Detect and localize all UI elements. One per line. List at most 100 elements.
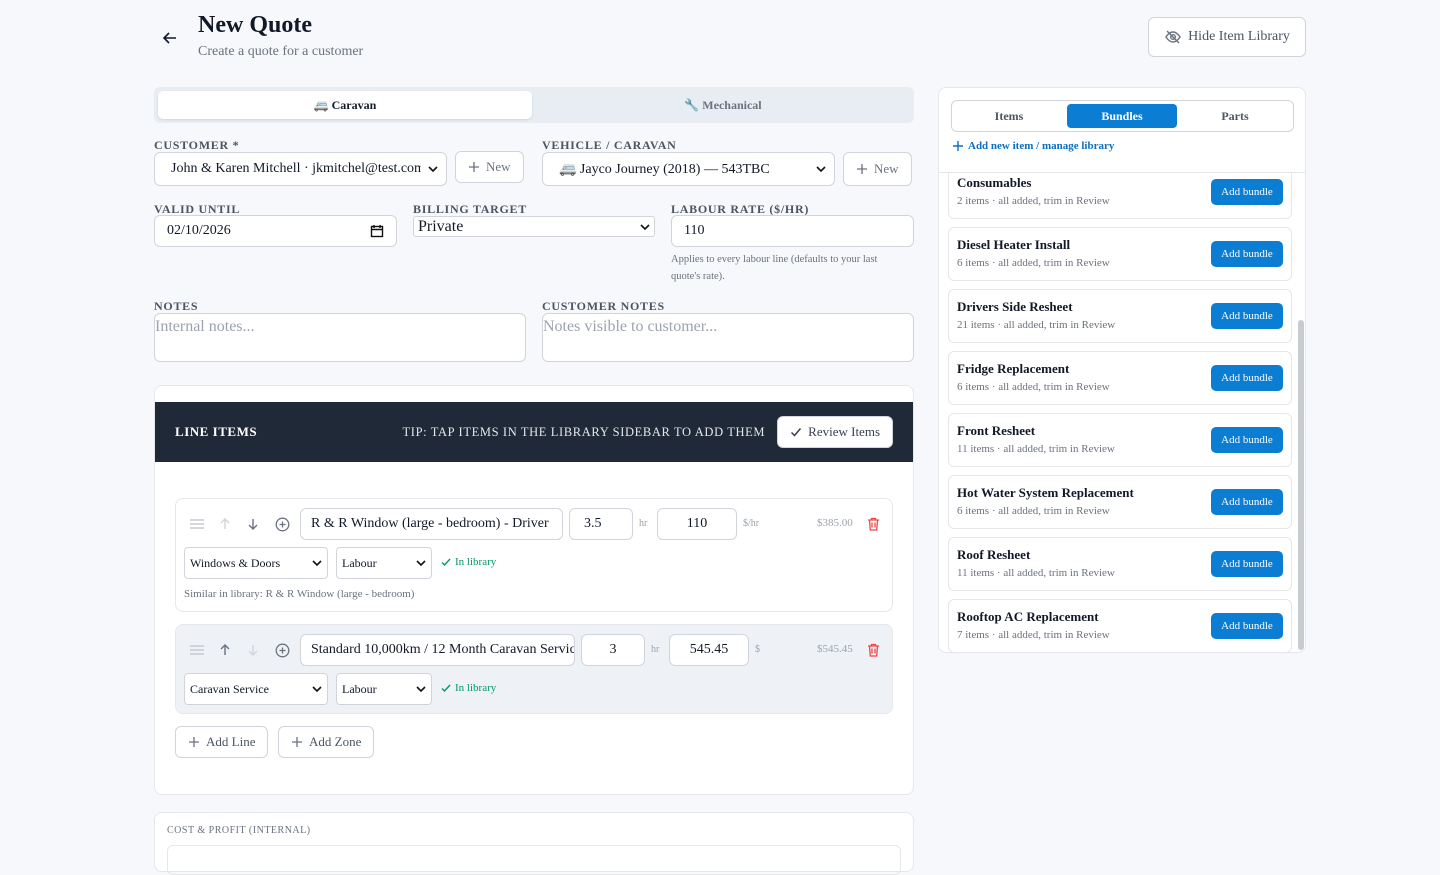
in-library-badge: In library xyxy=(441,682,496,694)
chevron-down-icon xyxy=(816,166,826,173)
tab-mechanical[interactable]: 🔧 Mechanical xyxy=(536,91,910,119)
quantity-unit: hr xyxy=(639,518,648,529)
add-bundle-button[interactable]: Add bundle xyxy=(1211,551,1283,577)
hide-library-button[interactable]: Hide Item Library xyxy=(1148,17,1306,57)
bundle-name: Front Resheet xyxy=(957,423,1036,438)
labour-rate-input[interactable]: 110 xyxy=(671,215,914,247)
chevron-down-icon xyxy=(312,686,322,693)
bundle-card: Front Resheet 11 items · all added, trim… xyxy=(948,413,1292,467)
bundle-summary: 6 items · all added, trim in Review xyxy=(957,381,1110,393)
hide-library-label: Hide Item Library xyxy=(1188,29,1290,44)
type-value: Labour xyxy=(342,555,377,570)
quantity-input[interactable]: 3 xyxy=(581,634,645,666)
customer-notes-textarea[interactable]: Notes visible to customer... xyxy=(542,313,914,362)
bundle-name: Drivers Side Resheet xyxy=(957,299,1073,314)
description-input[interactable]: R & R Window (large - bedroom) - Driver xyxy=(300,508,563,540)
labour-rate-hint: Applies to every labour line (defaults t… xyxy=(671,254,878,282)
rate-unit: $ xyxy=(755,644,760,655)
valid-until-input[interactable]: 02/10/2026 xyxy=(154,215,397,247)
trash-icon[interactable] xyxy=(864,515,882,533)
move-up-icon[interactable] xyxy=(216,641,234,659)
bundle-name: Fridge Replacement xyxy=(957,361,1070,376)
in-library-badge: In library xyxy=(441,556,496,568)
new-vehicle-button[interactable]: New xyxy=(843,152,912,186)
move-down-icon[interactable] xyxy=(244,515,262,533)
cost-profit-card: COST & PROFIT (INTERNAL) xyxy=(154,812,914,875)
item-library-panel: Items Bundles Parts Add new item / manag… xyxy=(938,87,1306,653)
customer-label: CUSTOMER * xyxy=(154,138,240,152)
in-library-label: In library xyxy=(455,682,497,694)
add-bundle-button[interactable]: Add bundle xyxy=(1211,427,1283,453)
billing-target-value: Private xyxy=(418,217,464,235)
quantity-input[interactable]: 3.5 xyxy=(569,508,633,540)
add-bundle-button[interactable]: Add bundle xyxy=(1211,365,1283,391)
new-customer-label: New xyxy=(486,159,511,174)
bundle-summary: 7 items · all added, trim in Review xyxy=(957,629,1110,641)
tab-bundles[interactable]: Bundles xyxy=(1067,104,1177,128)
category-value: Caravan Service xyxy=(190,681,269,696)
tab-parts[interactable]: Parts xyxy=(1180,104,1290,128)
vehicle-value: 🚐 Jayco Journey (2018) — 543TBC xyxy=(559,161,770,177)
bundle-card: Fridge Replacement 6 items · all added, … xyxy=(948,351,1292,405)
tab-caravan[interactable]: 🚐 Caravan xyxy=(158,91,532,119)
line-items-tip: TIP: TAP ITEMS IN THE LIBRARY SIDEBAR TO… xyxy=(402,424,766,439)
bundle-card: Consumables 2 items · all added, trim in… xyxy=(948,173,1292,219)
bundle-card: Roof Resheet 11 items · all added, trim … xyxy=(948,537,1292,591)
type-select[interactable]: Labour xyxy=(336,673,432,705)
check-icon xyxy=(441,684,451,693)
add-bundle-button[interactable]: Add bundle xyxy=(1211,179,1283,205)
line-amount: $545.45 xyxy=(817,643,853,655)
bundle-name: Hot Water System Replacement xyxy=(957,485,1134,500)
review-items-button[interactable]: Review Items xyxy=(777,416,893,448)
category-select[interactable]: Windows & Doors xyxy=(184,547,328,579)
new-customer-button[interactable]: New xyxy=(455,151,524,183)
move-down-icon[interactable] xyxy=(244,641,262,659)
notes-placeholder: Internal notes... xyxy=(155,318,255,335)
move-up-icon[interactable] xyxy=(216,515,234,533)
line-item-row: Standard 10,000km / 12 Month Caravan Ser… xyxy=(175,624,893,714)
bundle-card: Drivers Side Resheet 21 items · all adde… xyxy=(948,289,1292,343)
add-bundle-button[interactable]: Add bundle xyxy=(1211,241,1283,267)
description-input[interactable]: Standard 10,000km / 12 Month Caravan Ser… xyxy=(300,634,575,666)
add-bundle-button[interactable]: Add bundle xyxy=(1211,303,1283,329)
add-bundle-button[interactable]: Add bundle xyxy=(1211,489,1283,515)
add-line-button[interactable]: Add Line xyxy=(175,726,269,758)
line-items-title: LINE ITEMS xyxy=(175,424,258,439)
notes-textarea[interactable]: Internal notes... xyxy=(154,313,526,362)
add-item-link[interactable]: Add new item / manage library xyxy=(953,140,1114,152)
eye-off-icon xyxy=(1165,30,1181,44)
drag-handle-icon[interactable] xyxy=(188,515,206,533)
in-library-label: In library xyxy=(455,556,497,568)
add-item-link-label: Add new item / manage library xyxy=(968,140,1115,152)
add-zone-button[interactable]: Add Zone xyxy=(278,726,375,758)
type-select[interactable]: Labour xyxy=(336,547,432,579)
billing-target-select[interactable]: Private xyxy=(413,216,655,237)
similar-in-library: Similar in library: R & R Window (large … xyxy=(184,588,415,600)
customer-select[interactable]: John & Karen Mitchell · jkmitchel@test.c… xyxy=(154,152,447,186)
drag-handle-icon[interactable] xyxy=(188,641,206,659)
calendar-icon xyxy=(370,225,384,238)
bundle-card: Diesel Heater Install 6 items · all adde… xyxy=(948,227,1292,281)
add-subitem-icon[interactable] xyxy=(273,515,291,533)
vehicle-select[interactable]: 🚐 Jayco Journey (2018) — 543TBC xyxy=(542,152,835,186)
library-scrollbar[interactable] xyxy=(1298,320,1304,650)
arrow-left-icon xyxy=(162,32,176,44)
tab-items[interactable]: Items xyxy=(954,104,1064,128)
bundle-summary: 2 items · all added, trim in Review xyxy=(957,195,1110,207)
add-zone-label: Add Zone xyxy=(309,734,362,749)
line-amount: $385.00 xyxy=(817,517,853,529)
plus-icon xyxy=(953,141,963,151)
add-bundle-button[interactable]: Add bundle xyxy=(1211,613,1283,639)
bundle-summary: 6 items · all added, trim in Review xyxy=(957,257,1110,269)
valid-until-value: 02/10/2026 xyxy=(167,223,231,238)
back-button[interactable] xyxy=(158,26,182,50)
rate-input[interactable]: 110 xyxy=(657,508,737,540)
trash-icon[interactable] xyxy=(864,641,882,659)
bundle-name: Roof Resheet xyxy=(957,547,1031,562)
rate-input[interactable]: 545.45 xyxy=(669,634,749,666)
add-subitem-icon[interactable] xyxy=(273,641,291,659)
chevron-down-icon xyxy=(416,686,426,693)
customer-notes-placeholder: Notes visible to customer... xyxy=(543,318,718,335)
page-title: New Quote xyxy=(198,12,312,38)
category-select[interactable]: Caravan Service xyxy=(184,673,328,705)
